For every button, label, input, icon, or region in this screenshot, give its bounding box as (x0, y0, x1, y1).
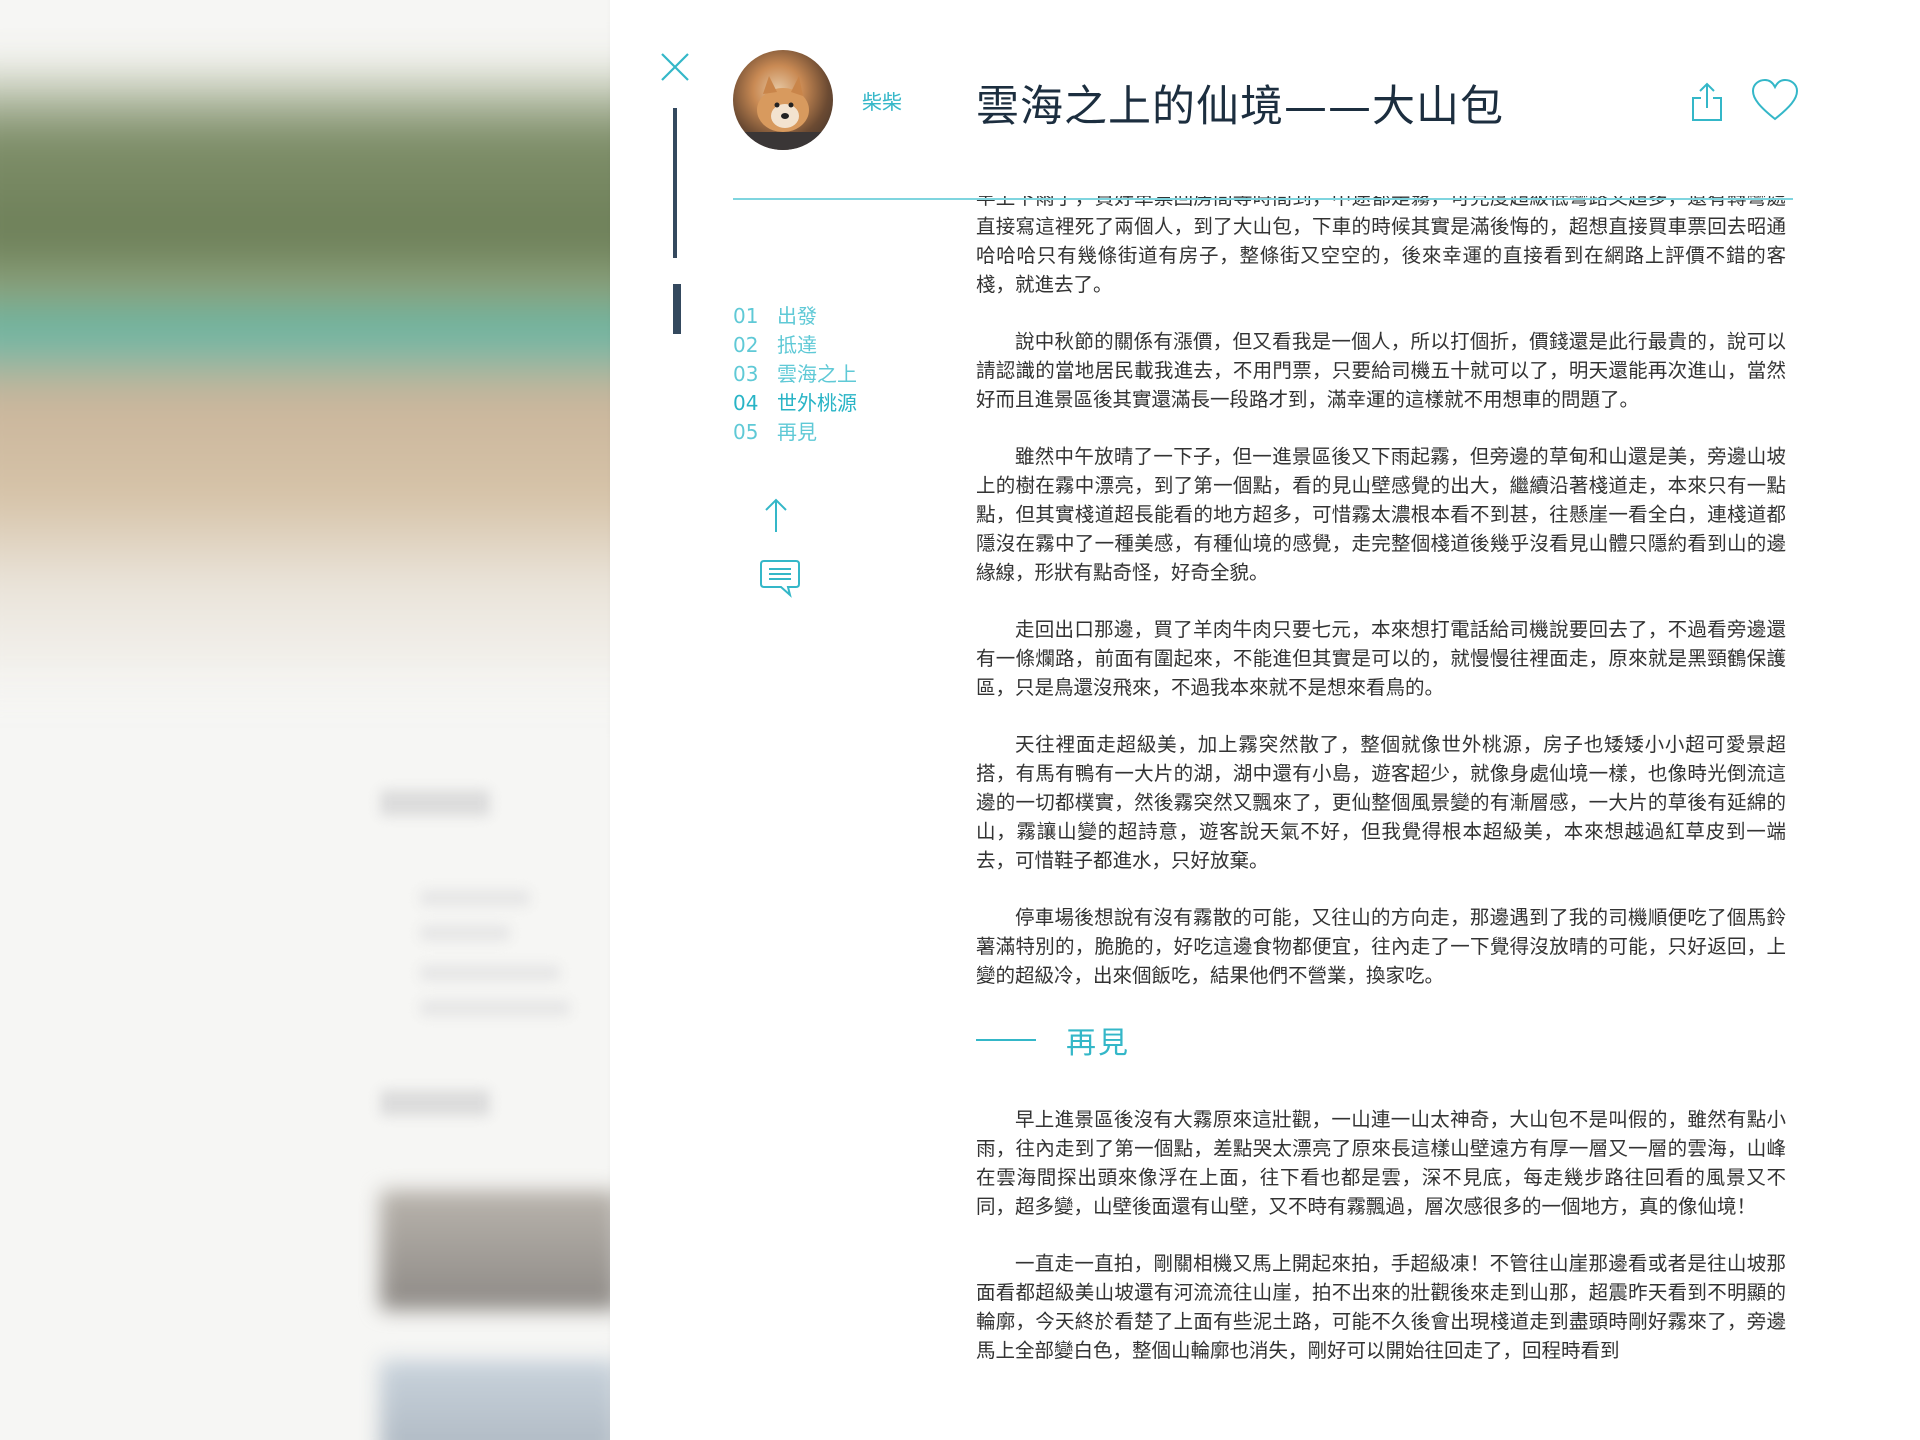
article-paragraph: 說中秋節的關係有漲價，但又看我是一個人，所以打個折，價錢還是此行最貴的，說可以請… (976, 330, 1786, 411)
background-thumbnail (380, 1360, 620, 1440)
toc-label: 再見 (777, 420, 817, 444)
toc-item-01[interactable]: 01 出發 (733, 302, 857, 331)
toc-number: 05 (733, 420, 759, 444)
article-panel: 柴柴 雲海之上的仙境——大山包 01 出發 02 抵達 03 雲海之上 04 世… (610, 0, 1920, 1440)
author-name[interactable]: 柴柴 (862, 86, 902, 115)
background-text-block (380, 1090, 490, 1116)
toc-label: 雲海之上 (777, 362, 857, 386)
article-paragraph: 早上進景區後沒有大霧原來這壯觀，一山連一山太神奇，大山包不是叫假的，雖然有點小雨… (976, 1108, 1786, 1218)
article-paragraph: 天往裡面走超級美，加上霧突然散了，整個就像世外桃源，房子也矮矮小小超可愛景超搭，… (976, 733, 1786, 872)
article-paragraph: 停車場後想說有沒有霧散的可能，又往山的方向走，那邊遇到了我的司機順便吃了個馬鈴薯… (976, 906, 1786, 987)
toc-item-03[interactable]: 03 雲海之上 (733, 360, 857, 389)
background-text-block (420, 965, 560, 981)
arrow-up-icon[interactable] (762, 496, 790, 534)
article-paragraph: 早上下雨了，買好車票回房間等時間到，中途都是霧，可見度超級低彎路又超多，還有轉彎… (976, 196, 1786, 296)
header-divider (733, 198, 1793, 200)
article-paragraph: 走回出口那邊，買了羊肉牛肉只要七元，本來想打電話給司機說要回去了，不過看旁邊還有… (976, 618, 1786, 699)
article-title: 雲海之上的仙境——大山包 (976, 82, 1504, 132)
toc-label: 抵達 (777, 333, 817, 357)
section-heading-line (976, 1039, 1036, 1041)
toc-number: 01 (733, 304, 759, 328)
background-photo (0, 60, 640, 700)
background-thumbnail (380, 1190, 620, 1310)
toc-number: 02 (733, 333, 759, 357)
toc-label: 世外桃源 (777, 391, 857, 415)
article-paragraph: 一直走一直拍，剛關相機又馬上開起來拍，手超級凍！不管往山崖那邊看或者是往山坡那面… (976, 1252, 1786, 1362)
section-heading: 再見 (976, 1018, 1786, 1062)
toc-number: 03 (733, 362, 759, 386)
toc-label: 出發 (777, 304, 817, 328)
author-avatar[interactable] (733, 50, 833, 150)
toc-item-04-active[interactable]: 04 世外桃源 (733, 389, 857, 418)
article-paragraph: 雖然中午放晴了一下子，但一進景區後又下雨起霧，但旁邊的草甸和山還是美，旁邊山坡上… (976, 445, 1786, 584)
close-icon[interactable] (658, 50, 692, 84)
background-text-block (420, 890, 530, 906)
section-title: 再見 (1066, 1026, 1130, 1061)
article-content: 早上下雨了，買好車票回房間等時間到，中途都是霧，可見度超級低彎路又超多，還有轉彎… (976, 196, 1786, 1440)
toc-number: 04 (733, 391, 759, 415)
heart-icon[interactable] (1750, 78, 1800, 122)
background-text-block (420, 1000, 570, 1016)
comment-icon[interactable] (758, 558, 802, 598)
share-icon[interactable] (1690, 80, 1724, 122)
background-text-block (380, 790, 490, 816)
toc-item-02[interactable]: 02 抵達 (733, 331, 857, 360)
progress-marker (673, 284, 681, 334)
background-page (0, 0, 640, 1440)
table-of-contents: 01 出發 02 抵達 03 雲海之上 04 世外桃源 05 再見 (733, 302, 857, 447)
toc-item-05[interactable]: 05 再見 (733, 418, 857, 447)
background-text-block (420, 925, 510, 941)
progress-line (673, 108, 677, 258)
dog-photo (733, 76, 833, 150)
